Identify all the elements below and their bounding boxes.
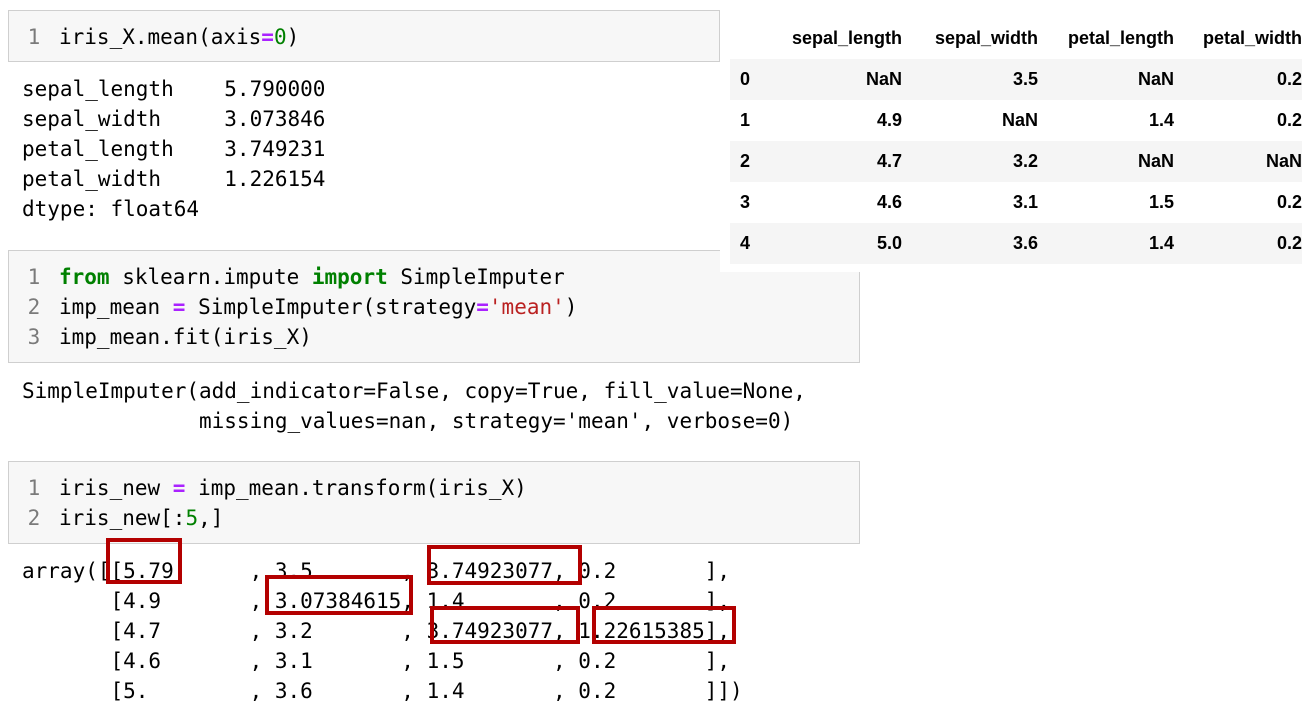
table-cell: 1.4 <box>1148 233 1174 253</box>
table-cell: 5.0 <box>876 233 902 253</box>
line-number: 3 <box>27 325 41 349</box>
table-cell: 3.1 <box>1012 192 1038 212</box>
table-cell: 3.2 <box>1012 151 1038 171</box>
table-row: 4 5.0 3.6 1.4 0.2 <box>730 223 1302 264</box>
table-cell: 0.2 <box>1276 69 1302 89</box>
code-token: 5 <box>185 506 199 530</box>
table-cell: 4.7 <box>876 151 902 171</box>
table-cell: 4.9 <box>876 110 902 130</box>
table-cell: 0.2 <box>1276 233 1302 253</box>
line-number: 1 <box>27 476 41 500</box>
code-token: imp_mean.fit(iris_X) <box>59 325 312 349</box>
code-line: 1 from sklearn.impute import SimpleImpute… <box>9 262 565 292</box>
code-token: iris_new[: <box>59 506 186 530</box>
dataframe-header-row: sepal_length sepal_width petal_length petal… <box>730 18 1302 59</box>
output-line: sepal_length 5.790000 <box>22 77 326 101</box>
dataframe-table: sepal_length sepal_width petal_length petal… <box>720 10 1307 272</box>
code-line: 1 iris_X.mean(axis=0) <box>9 22 300 52</box>
table-cell: 1.5 <box>1148 192 1174 212</box>
table-cell: NaN <box>1137 151 1174 171</box>
output-line: dtype: float64 <box>22 197 200 221</box>
highlight-box-petal-width-row2 <box>592 606 736 644</box>
code-line: 2 iris_new[:5,] <box>9 503 224 533</box>
code-token: sklearn.impute <box>109 265 312 289</box>
highlight-box-sepal-width-row1 <box>265 575 413 615</box>
code-line: 1 iris_new = imp_mean.transform(iris_X) <box>9 473 527 503</box>
code-token: import <box>311 265 388 289</box>
output-line: petal_length 3.749231 <box>22 137 326 161</box>
code-token: imp_mean.transform(iris_X) <box>185 476 527 500</box>
code-token: from <box>59 265 110 289</box>
code-token: = <box>261 25 274 49</box>
highlight-box-sepal-length <box>106 538 182 584</box>
code-cell-3[interactable]: 1 iris_new = imp_mean.transform(iris_X) 2 i… <box>8 461 860 544</box>
output-2: SimpleImputer(add_indicator=False, copy=… <box>22 376 806 436</box>
table-cell: NaN <box>1265 151 1302 171</box>
table-cell: 3.6 <box>1012 233 1038 253</box>
code-token: iris_new <box>59 476 173 500</box>
code-token: 'mean' <box>488 295 565 319</box>
column-header: sepal_width <box>934 28 1038 48</box>
table-cell: NaN <box>1137 69 1174 89</box>
table-cell: 1.4 <box>1148 110 1174 130</box>
table-row: 2 4.7 3.2 NaN NaN <box>730 141 1302 182</box>
code-token: SimpleImputer <box>387 265 565 289</box>
line-number: 2 <box>27 295 41 319</box>
table-row: 0 NaN 3.5 NaN 0.2 <box>730 59 1302 100</box>
code-token: SimpleImputer(strategy <box>185 295 477 319</box>
output-line: petal_width 1.226154 <box>22 167 326 191</box>
output-1: sepal_length 5.790000 sepal_width 3.07384… <box>22 74 325 224</box>
highlight-box-petal-length-row2 <box>430 606 580 644</box>
column-header: petal_length <box>1067 28 1174 48</box>
code-cell-1[interactable]: 1 iris_X.mean(axis=0) <box>8 10 720 62</box>
code-token: imp_mean <box>59 295 173 319</box>
output-line: [4.6 , 3.1 , 1.5 , 0.2 ], <box>22 649 731 673</box>
table-row: 1 4.9 NaN 1.4 0.2 <box>730 100 1302 141</box>
output-line: [5. , 3.6 , 1.4 , 0.2 ]]) <box>22 679 743 703</box>
row-index: 3 <box>740 192 751 212</box>
row-index: 0 <box>740 69 751 89</box>
column-header: sepal_length <box>791 28 902 48</box>
code-token: iris_X.mean(axis <box>59 25 262 49</box>
line-number: 1 <box>27 265 41 289</box>
table-cell: 0.2 <box>1276 192 1302 212</box>
line-number: 2 <box>27 506 41 530</box>
code-token: ) <box>564 295 578 319</box>
code-token: = <box>172 476 186 500</box>
row-index: 1 <box>740 110 751 130</box>
line-number: 1 <box>27 25 41 49</box>
code-line: 3 imp_mean.fit(iris_X) <box>9 322 312 352</box>
table-row: 3 4.6 3.1 1.5 0.2 <box>730 182 1302 223</box>
column-header <box>730 18 774 59</box>
code-token: ) <box>286 25 300 49</box>
code-token: 0 <box>273 25 287 49</box>
code-token: = <box>476 295 489 319</box>
table-cell: NaN <box>1001 110 1038 130</box>
row-index: 4 <box>740 233 751 253</box>
output-line: missing_values=nan, strategy='mean', ver… <box>22 409 794 433</box>
code-line: 2 imp_mean = SimpleImputer(strategy='mean… <box>9 292 578 322</box>
code-token: ,] <box>198 506 224 530</box>
table-cell: 4.6 <box>876 192 902 212</box>
output-line: SimpleImputer(add_indicator=False, copy=… <box>22 379 806 403</box>
table-cell: NaN <box>865 69 902 89</box>
column-header: petal_width <box>1202 28 1302 48</box>
highlight-box-petal-length-row0 <box>427 545 582 585</box>
code-token: = <box>172 295 186 319</box>
table-cell: 0.2 <box>1276 110 1302 130</box>
table-cell: 3.5 <box>1012 69 1038 89</box>
output-line: sepal_width 3.073846 <box>22 107 326 131</box>
row-index: 2 <box>740 151 751 171</box>
